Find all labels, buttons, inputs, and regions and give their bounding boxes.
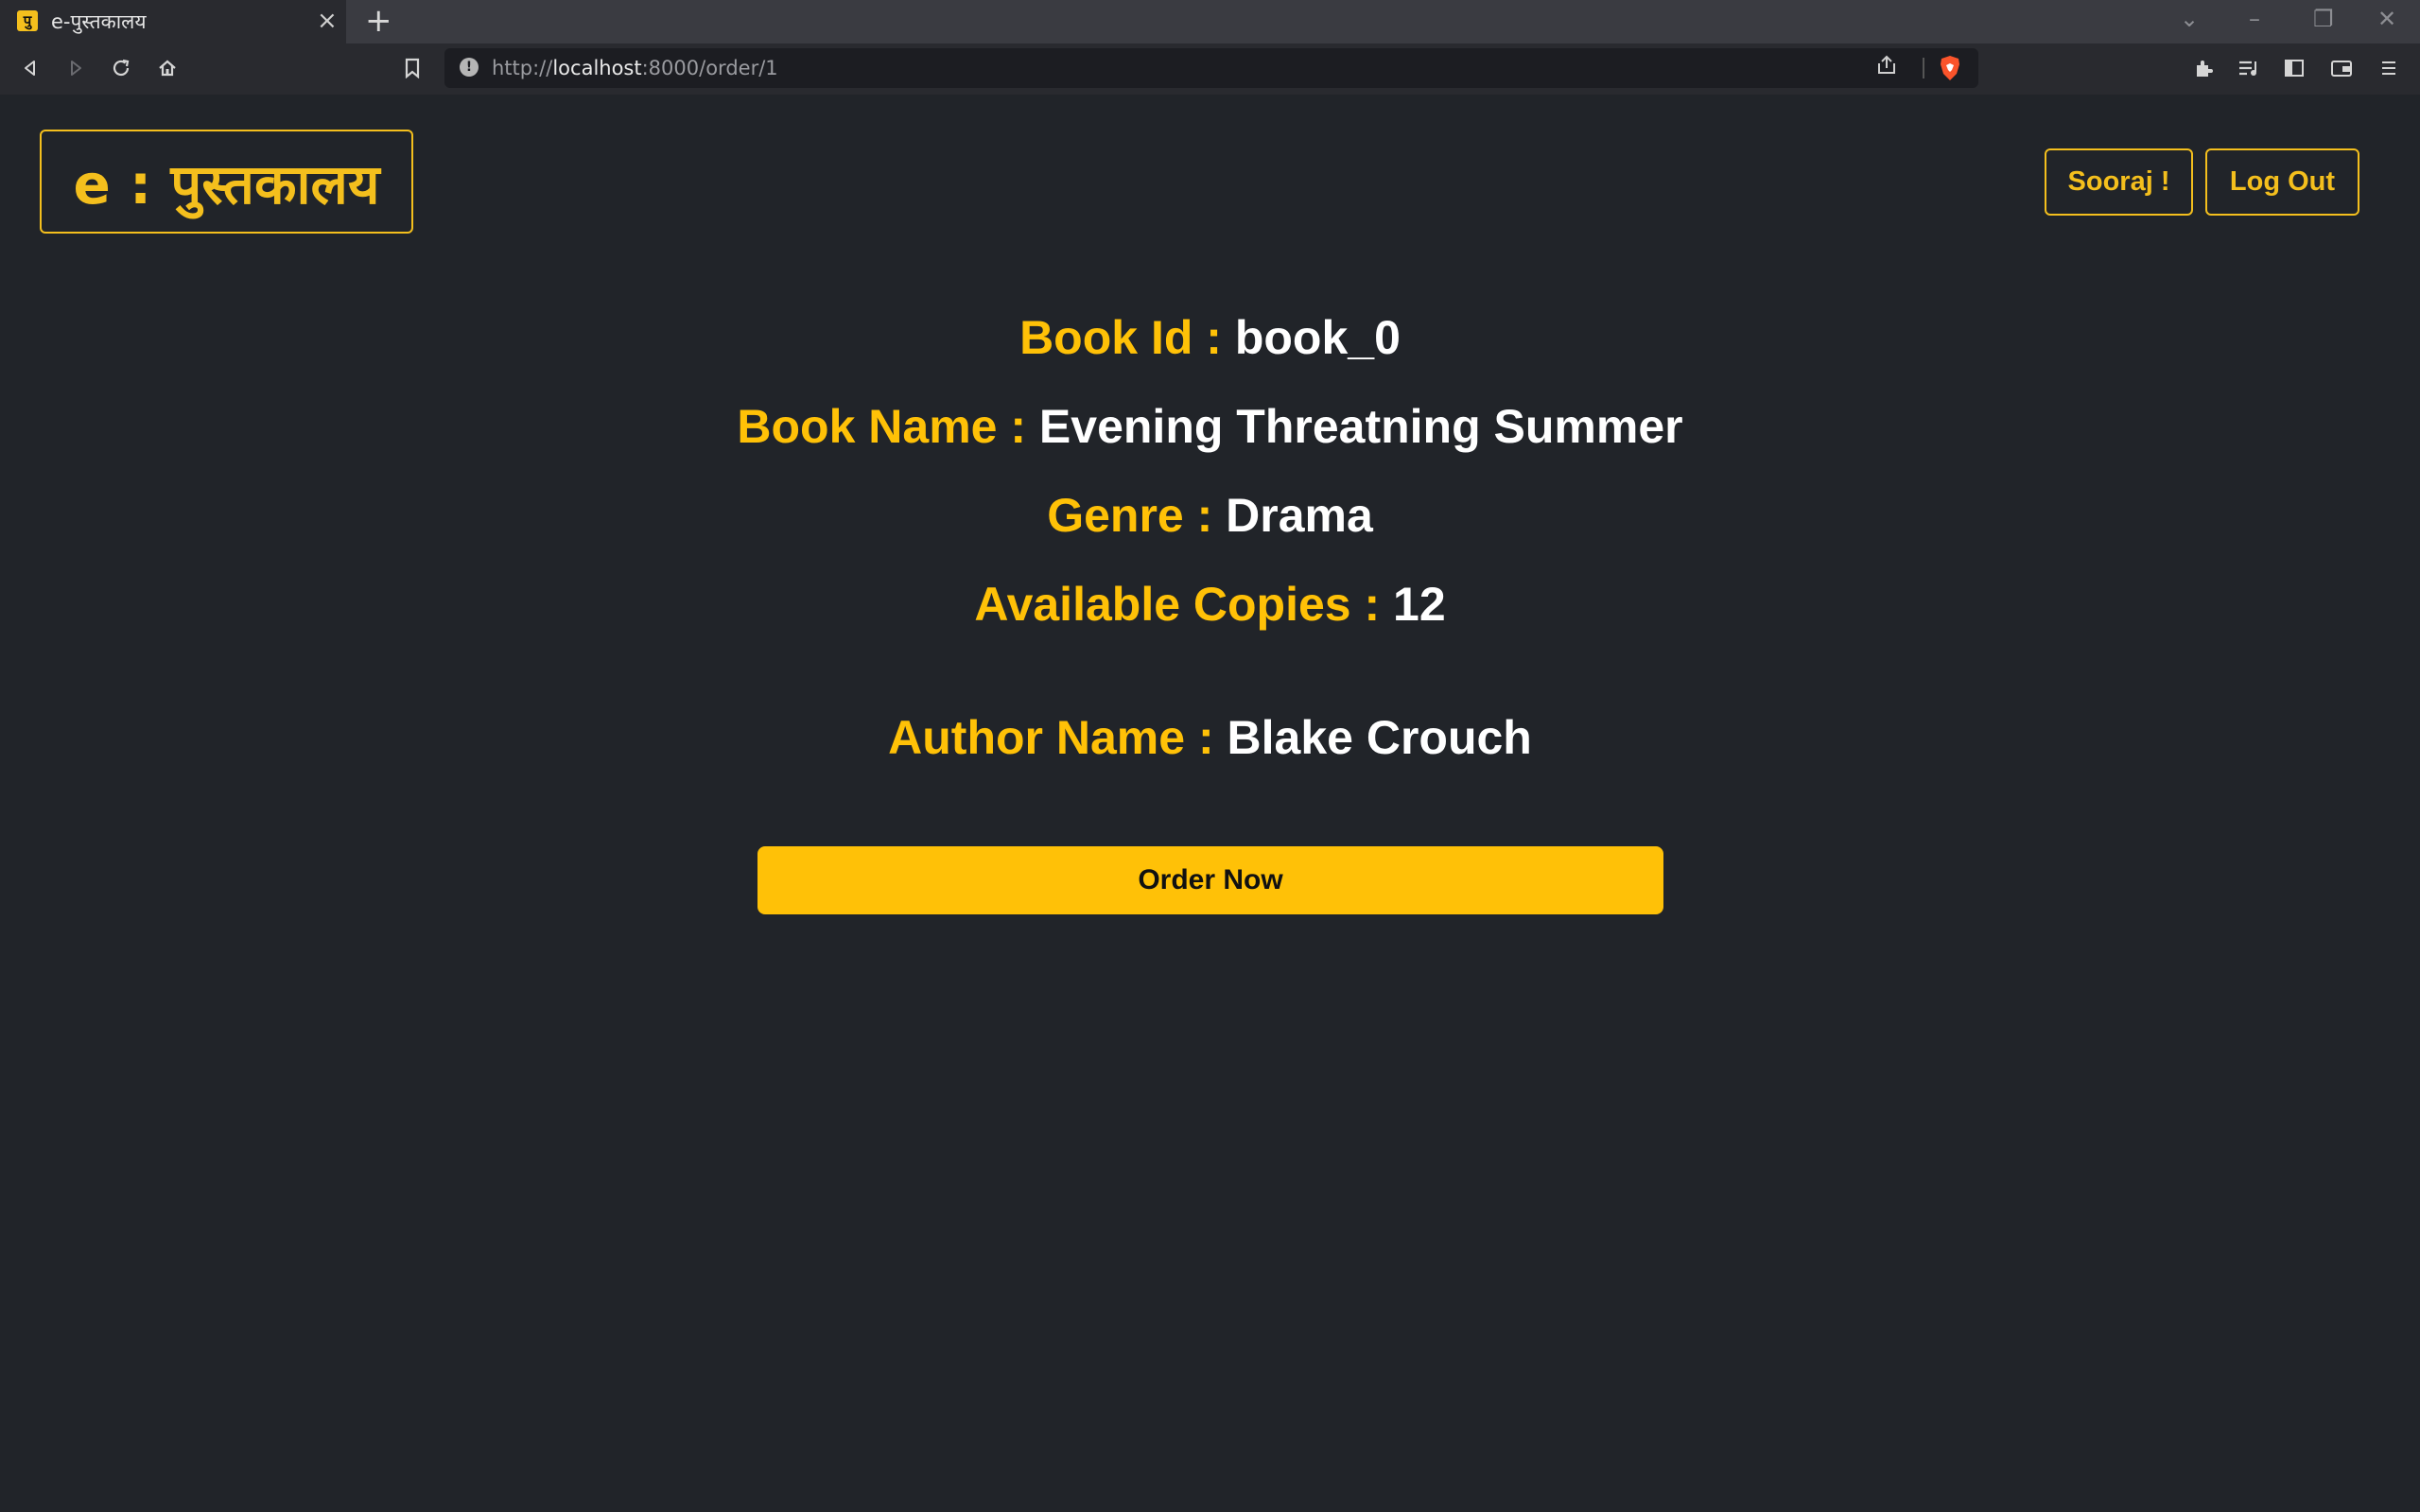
- url-separator: [1923, 58, 1924, 78]
- wallet-icon[interactable]: [2326, 53, 2357, 83]
- tab-close-icon[interactable]: ×: [317, 7, 338, 35]
- book-id-row: Book Id : book_0: [0, 310, 2420, 365]
- book-name-value: Evening Threatning Summer: [1038, 400, 1683, 453]
- logout-button[interactable]: Log Out: [2205, 148, 2359, 216]
- available-copies-row: Available Copies : 12: [0, 577, 2420, 632]
- available-copies-value: 12: [1393, 578, 1446, 631]
- book-name-label: Book Name :: [737, 400, 1039, 453]
- reload-icon[interactable]: [106, 53, 136, 83]
- site-brand-logo[interactable]: e : पुस्तकालय: [40, 130, 413, 234]
- genre-label: Genre :: [1047, 489, 1227, 542]
- user-profile-button[interactable]: Sooraj !: [2045, 148, 2193, 216]
- book-id-value: book_0: [1234, 311, 1401, 364]
- site-info-icon[interactable]: !: [460, 58, 479, 77]
- author-name-label: Author Name :: [888, 711, 1227, 764]
- genre-row: Genre : Drama: [0, 488, 2420, 543]
- sidebar-icon[interactable]: [2279, 53, 2309, 83]
- browser-tab[interactable]: पु e-पुस्तकालय ×: [0, 0, 346, 43]
- genre-value: Drama: [1226, 489, 1373, 542]
- bookmark-icon[interactable]: [397, 53, 427, 83]
- author-name-value: Blake Crouch: [1227, 711, 1532, 764]
- share-icon[interactable]: [1875, 54, 1898, 82]
- tab-search-icon[interactable]: ⌄: [2180, 6, 2199, 32]
- book-id-label: Book Id :: [1019, 311, 1235, 364]
- minimize-icon[interactable]: –: [2249, 6, 2260, 32]
- extensions-icon[interactable]: [2188, 53, 2219, 83]
- forward-icon[interactable]: [61, 53, 91, 83]
- book-name-row: Book Name : Evening Threatning Summer: [0, 399, 2420, 454]
- favicon-icon: पु: [17, 10, 38, 31]
- home-icon[interactable]: [152, 53, 183, 83]
- window-close-icon[interactable]: ✕: [2377, 6, 2396, 32]
- url-text[interactable]: http://localhost:8000/order/1: [492, 57, 778, 79]
- menu-icon[interactable]: [2374, 53, 2404, 83]
- browser-toolbar: ! http://localhost:8000/order/1: [0, 43, 2420, 95]
- new-tab-icon[interactable]: +: [365, 2, 392, 40]
- brave-shields-icon[interactable]: [1939, 55, 1961, 81]
- tab-title: e-पुस्तकालय: [51, 10, 147, 33]
- author-name-row: Author Name : Blake Crouch: [0, 710, 2420, 765]
- restore-icon[interactable]: ❐: [2313, 6, 2334, 32]
- order-now-button[interactable]: Order Now: [757, 846, 1663, 914]
- playlist-icon[interactable]: [2234, 53, 2264, 83]
- address-bar[interactable]: ! http://localhost:8000/order/1: [444, 48, 1978, 88]
- back-icon[interactable]: [15, 53, 45, 83]
- tab-strip: पु e-पुस्तकालय × + ⌄ – ❐ ✕: [0, 0, 2420, 43]
- available-copies-label: Available Copies :: [974, 578, 1394, 631]
